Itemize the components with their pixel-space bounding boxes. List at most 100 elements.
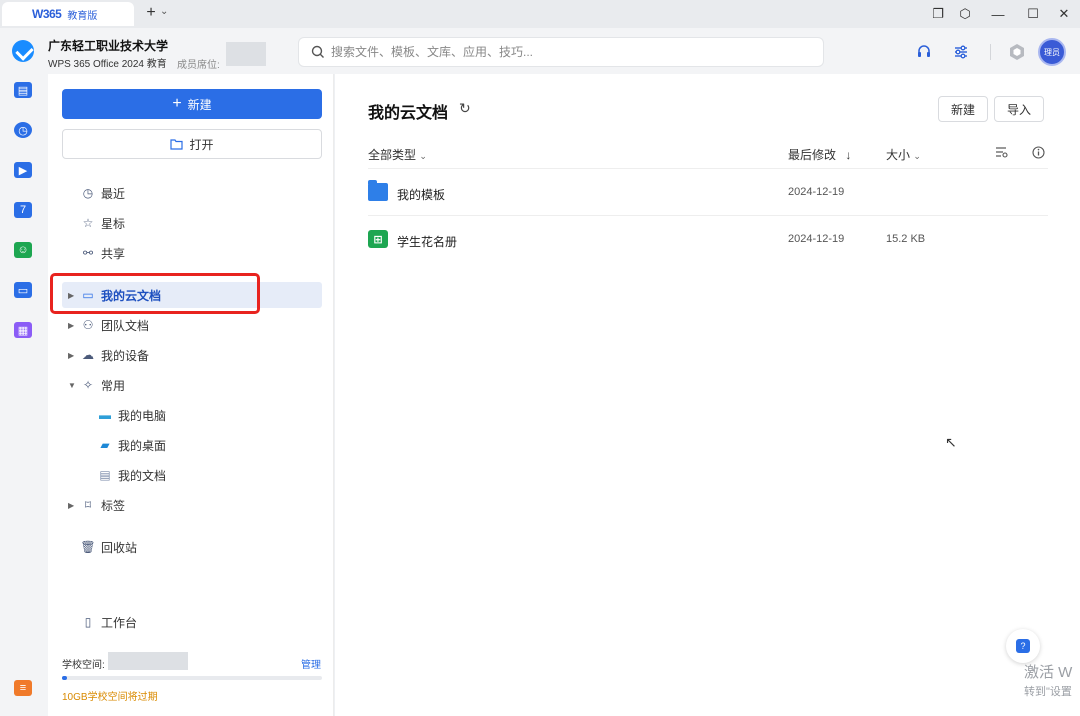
new-file-button[interactable]: 新建 <box>938 96 988 122</box>
redacted-seat-count <box>226 42 266 66</box>
folder-icon <box>368 180 388 201</box>
folder-icon: ▭ <box>82 288 94 302</box>
sidebar-item-label: 团队文档 <box>101 318 150 333</box>
headset-support-icon[interactable] <box>914 42 934 62</box>
storage-manage-link[interactable]: 管理 <box>301 656 321 671</box>
title-bar: W365 教育版 + ⌄ ❐ ⬡ — ☐ ✕ <box>0 0 1080 28</box>
close-button[interactable]: ✕ <box>1054 4 1074 24</box>
new-button[interactable]: + 新建 <box>62 89 322 119</box>
sidebar-item-starred[interactable]: ☆ 星标 <box>48 210 334 236</box>
user-avatar[interactable]: 理员 <box>1038 38 1066 66</box>
sidebar-item-team-docs[interactable]: ▶ ⚇ 团队文档 <box>48 312 334 338</box>
file-modified: 2024-12-19 <box>788 186 845 198</box>
tab-wps365[interactable]: W365 教育版 <box>2 2 134 26</box>
maximize-button[interactable]: ☐ <box>1023 4 1043 24</box>
sidebar-item-label: 共享 <box>101 246 126 261</box>
cloud-device-icon: ☁ <box>82 348 94 362</box>
documents-folder-icon: ▤ <box>99 468 111 482</box>
sidebar-item-label: 我的文档 <box>118 468 167 483</box>
column-modified-header[interactable]: 最后修改 ↓ <box>788 146 851 163</box>
open-button[interactable]: 打开 <box>62 129 322 159</box>
import-button[interactable]: 导入 <box>994 96 1044 122</box>
page-title: 我的云文档 <box>368 105 449 122</box>
file-name: 学生花名册 <box>397 235 458 249</box>
sidebar-item-label: 最近 <box>101 186 126 201</box>
info-icon[interactable] <box>1032 146 1045 162</box>
redacted-storage-value <box>108 652 188 670</box>
sidebar-item-workbench[interactable]: ▯ 工作台 <box>48 609 334 635</box>
org-subtitle: WPS 365 Office 2024 教育版 <box>48 59 166 70</box>
assistant-icon: ? <box>1016 639 1030 653</box>
sidebar-item-common[interactable]: ▼ ✧ 常用 <box>48 372 334 398</box>
rail-screen-icon[interactable]: ▭ <box>14 282 32 298</box>
filter-type-dropdown[interactable]: 全部类型 ⌄ <box>368 146 427 163</box>
new-tab-button[interactable]: + <box>142 4 160 22</box>
rail-calendar-icon[interactable]: 7 <box>14 202 32 218</box>
header-divider <box>990 44 991 60</box>
storage-label: 学校空间: <box>62 660 105 671</box>
mouse-cursor-icon: ↖ <box>945 434 957 450</box>
pin-icon: ✧ <box>82 378 94 392</box>
hexagon-badge-icon[interactable] <box>1007 42 1027 62</box>
sidebar-item-label: 工作台 <box>101 615 138 630</box>
settings-sliders-icon[interactable] <box>951 42 971 62</box>
share-icon: ⚯ <box>82 246 94 260</box>
app-logo-icon <box>12 40 34 62</box>
sidebar-item-label: 常用 <box>101 378 126 393</box>
computer-icon: ▬ <box>99 408 111 422</box>
clock-icon: ◷ <box>82 186 94 200</box>
column-size-header[interactable]: 大小 ⌄ <box>886 146 921 163</box>
sidebar-item-shared[interactable]: ⚯ 共享 <box>48 240 334 266</box>
sidebar-item-my-devices[interactable]: ▶ ☁ 我的设备 <box>48 342 334 368</box>
sidebar-item-my-computer[interactable]: ▬ 我的电脑 <box>48 402 334 428</box>
cube-icon[interactable]: ⬡ <box>955 4 975 24</box>
expand-arrow-icon[interactable]: ▶ <box>68 291 74 300</box>
open-button-label: 打开 <box>189 137 214 152</box>
sidebar: + 新建 打开 ◷ 最近 ☆ 星标 ⚯ 共享 ▶ ▭ 我的云文档 ▶ ⚇ 团队文… <box>48 74 334 716</box>
search-box[interactable] <box>298 37 824 67</box>
rail-feedback-icon[interactable]: ≡ <box>14 680 32 696</box>
column-modified-label: 最后修改 <box>788 148 837 162</box>
rail-meeting-icon[interactable]: ▶ <box>14 162 32 178</box>
sidebar-item-tags[interactable]: ▶ ⌑ 标签 <box>48 492 334 518</box>
rail-apps-icon[interactable]: ▦ <box>14 322 32 338</box>
sidebar-item-recent[interactable]: ◷ 最近 <box>48 180 334 206</box>
header-divider-line <box>368 168 1048 169</box>
sidebar-item-my-desktop[interactable]: ▰ 我的桌面 <box>48 432 334 458</box>
activation-watermark-hint: 转到"设置 <box>1024 686 1072 698</box>
member-seat-label: 成员席位: <box>177 60 220 71</box>
rail-contacts-icon[interactable]: ☺ <box>14 242 32 258</box>
sidebar-item-label: 标签 <box>101 498 126 513</box>
expand-arrow-icon[interactable]: ▶ <box>68 351 74 360</box>
view-options-icon[interactable] <box>995 146 1008 161</box>
desktop-folder-icon: ▰ <box>100 438 110 452</box>
collapse-arrow-icon[interactable]: ▼ <box>68 381 76 390</box>
table-row[interactable]: ⊞ 学生花名册 2024-12-19 15.2 KB <box>368 220 1048 260</box>
sidebar-item-my-cloud[interactable]: ▶ ▭ 我的云文档 <box>62 282 322 308</box>
sort-down-icon: ↓ <box>845 148 852 162</box>
storage-progress-fill <box>62 676 68 680</box>
rail-docs-icon[interactable]: ▤ <box>14 82 32 98</box>
plus-icon: + <box>172 95 182 112</box>
tab-list-chevron-icon[interactable]: ⌄ <box>160 6 168 17</box>
refresh-icon[interactable]: ↻ <box>459 100 471 117</box>
sidebar-item-trash[interactable]: 🗑︎ 回收站 <box>48 534 334 560</box>
table-row[interactable]: 我的模板 2024-12-19 <box>368 173 1048 213</box>
rail-clock-icon[interactable]: ◷ <box>14 122 32 138</box>
search-input[interactable] <box>331 45 791 59</box>
expand-arrow-icon[interactable]: ▶ <box>68 501 74 510</box>
minimize-button[interactable]: — <box>988 4 1008 24</box>
chevron-down-icon: ⌄ <box>419 151 427 161</box>
floating-assistant-button[interactable]: ? <box>1006 629 1040 663</box>
wps-logo: W365 <box>32 7 62 21</box>
tag-icon: ⌑ <box>84 498 92 512</box>
sidebar-item-my-documents[interactable]: ▤ 我的文档 <box>48 462 334 488</box>
org-name: 广东轻工职业技术大学 <box>48 39 169 53</box>
sidebar-item-label: 我的设备 <box>101 348 150 363</box>
sidebar-item-label: 我的桌面 <box>118 438 167 453</box>
restore-window-icon[interactable]: ❐ <box>928 4 948 24</box>
trash-icon: 🗑︎ <box>80 540 96 554</box>
expand-arrow-icon[interactable]: ▶ <box>68 321 74 330</box>
folder-open-icon <box>170 139 184 150</box>
file-modified: 2024-12-19 <box>788 233 845 245</box>
